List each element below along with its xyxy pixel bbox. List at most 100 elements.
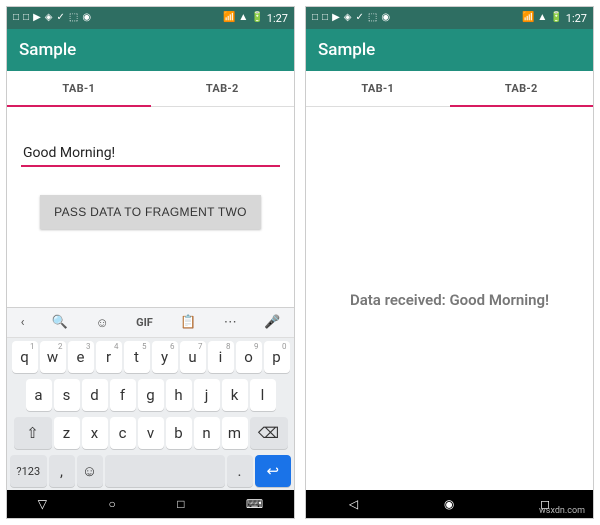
tab-1[interactable]: TAB-1: [306, 71, 450, 106]
key-enter[interactable]: ↩: [255, 455, 292, 487]
status-icon: □: [13, 13, 19, 23]
key-w[interactable]: w2: [40, 341, 66, 373]
kb-sticker-icon[interactable]: ☺: [95, 315, 108, 331]
tab-bar: TAB-1 TAB-2: [7, 71, 294, 107]
tab-2[interactable]: TAB-2: [450, 71, 594, 106]
keyboard-row-1: q1 w2 e3 r4 t5 y6 u7 i8 o9 p0: [7, 338, 294, 376]
key-y[interactable]: y6: [152, 341, 178, 373]
tab-bar: TAB-1 TAB-2: [306, 71, 593, 107]
key-h[interactable]: h: [166, 379, 192, 411]
status-icon: ⬚: [368, 13, 377, 23]
kb-mic-icon[interactable]: 🎤: [264, 315, 280, 330]
status-icon: □: [23, 13, 29, 23]
status-icon: ◉: [82, 13, 91, 23]
kb-collapse-icon[interactable]: ‹: [21, 315, 25, 330]
key-emoji[interactable]: ☺: [77, 455, 103, 487]
status-icon: □: [312, 13, 318, 23]
keyboard-toolbar: ‹ 🔍 ☺ GIF 📋 ⋯ 🎤: [7, 308, 294, 338]
app-title: Sample: [318, 40, 375, 60]
key-t[interactable]: t5: [124, 341, 150, 373]
app-title: Sample: [19, 40, 76, 60]
received-data-text: Data received: Good Morning!: [306, 291, 593, 309]
tab-1[interactable]: TAB-1: [7, 71, 151, 106]
status-icon: □: [322, 13, 328, 23]
status-icons-right: 📶 ▲ 🔋 1:27: [522, 12, 587, 25]
keyboard-row-3: ⇧ z x c v b n m ⌫: [7, 414, 294, 452]
key-n[interactable]: n: [194, 417, 220, 449]
status-icon: ⬚: [69, 13, 78, 23]
status-icon: ✓: [57, 13, 65, 23]
battery-icon: 🔋: [251, 13, 263, 23]
kb-more-icon[interactable]: ⋯: [224, 315, 237, 330]
kb-search-icon[interactable]: 🔍: [52, 315, 68, 330]
status-bar: □ □ ▶ ◈ ✓ ⬚ ◉ 📶 ▲ 🔋 1:27: [7, 7, 294, 29]
fragment-one-content: PASS DATA TO FRAGMENT TWO: [7, 107, 294, 307]
watermark: wsxdn.com: [539, 506, 585, 516]
status-icon: ✓: [356, 13, 364, 23]
status-icon: ▶: [33, 13, 41, 23]
kb-gif-button[interactable]: GIF: [136, 316, 153, 329]
wifi-icon: 📶: [223, 13, 235, 23]
key-symbols[interactable]: ?123: [10, 455, 47, 487]
battery-icon: 🔋: [550, 13, 562, 23]
key-r[interactable]: r4: [96, 341, 122, 373]
pass-data-button[interactable]: PASS DATA TO FRAGMENT TWO: [40, 195, 261, 229]
key-s[interactable]: s: [54, 379, 80, 411]
key-q[interactable]: q1: [12, 341, 38, 373]
status-icons-left: □ □ ▶ ◈ ✓ ⬚ ◉: [13, 13, 91, 23]
status-clock: 1:27: [267, 12, 288, 25]
tab-2[interactable]: TAB-2: [151, 71, 295, 106]
app-bar: Sample: [306, 29, 593, 71]
status-icons-right: 📶 ▲ 🔋 1:27: [223, 12, 288, 25]
key-z[interactable]: z: [54, 417, 80, 449]
key-f[interactable]: f: [110, 379, 136, 411]
system-nav-bar: ▽ ○ □ ⌨: [7, 490, 294, 518]
nav-keyboard-icon[interactable]: ⌨: [246, 497, 263, 511]
status-icon: ◈: [45, 13, 53, 23]
key-g[interactable]: g: [138, 379, 164, 411]
message-input[interactable]: [21, 127, 280, 167]
key-l[interactable]: l: [250, 379, 276, 411]
soft-keyboard: ‹ 🔍 ☺ GIF 📋 ⋯ 🎤 q1 w2 e3 r4 t5 y6 u7 i8 …: [7, 307, 294, 490]
status-icon: ◈: [344, 13, 352, 23]
key-period[interactable]: .: [227, 455, 253, 487]
key-b[interactable]: b: [166, 417, 192, 449]
fragment-two-content: Data received: Good Morning!: [306, 107, 593, 490]
kb-clipboard-icon[interactable]: 📋: [180, 315, 196, 330]
key-o[interactable]: o9: [236, 341, 262, 373]
key-d[interactable]: d: [82, 379, 108, 411]
key-backspace[interactable]: ⌫: [250, 417, 288, 449]
status-clock: 1:27: [566, 12, 587, 25]
key-v[interactable]: v: [138, 417, 164, 449]
key-a[interactable]: a: [26, 379, 52, 411]
signal-icon: ▲: [537, 13, 547, 23]
key-c[interactable]: c: [110, 417, 136, 449]
status-icon: ◉: [381, 13, 390, 23]
phone-screen-right: □ □ ▶ ◈ ✓ ⬚ ◉ 📶 ▲ 🔋 1:27 Sample TAB-1 TA…: [305, 6, 594, 519]
nav-recent-icon[interactable]: □: [177, 497, 184, 511]
key-m[interactable]: m: [222, 417, 248, 449]
app-bar: Sample: [7, 29, 294, 71]
key-k[interactable]: k: [222, 379, 248, 411]
status-bar: □ □ ▶ ◈ ✓ ⬚ ◉ 📶 ▲ 🔋 1:27: [306, 7, 593, 29]
nav-home-icon[interactable]: ◉: [444, 497, 454, 511]
key-x[interactable]: x: [82, 417, 108, 449]
status-icon: ▶: [332, 13, 340, 23]
nav-back-icon[interactable]: ◁: [349, 497, 358, 511]
key-comma[interactable]: ,: [49, 455, 75, 487]
phone-screen-left: □ □ ▶ ◈ ✓ ⬚ ◉ 📶 ▲ 🔋 1:27 Sample TAB-1 TA…: [6, 6, 295, 519]
status-icons-left: □ □ ▶ ◈ ✓ ⬚ ◉: [312, 13, 390, 23]
nav-home-icon[interactable]: ○: [108, 497, 115, 511]
key-j[interactable]: j: [194, 379, 220, 411]
keyboard-row-2: a s d f g h j k l: [7, 376, 294, 414]
key-space[interactable]: [105, 455, 225, 487]
key-u[interactable]: u7: [180, 341, 206, 373]
key-i[interactable]: i8: [208, 341, 234, 373]
key-e[interactable]: e3: [68, 341, 94, 373]
keyboard-row-4: ?123 , ☺ . ↩: [7, 452, 294, 490]
wifi-icon: 📶: [522, 13, 534, 23]
signal-icon: ▲: [238, 13, 248, 23]
key-p[interactable]: p0: [264, 341, 290, 373]
key-shift[interactable]: ⇧: [14, 417, 52, 449]
nav-back-icon[interactable]: ▽: [38, 497, 47, 511]
